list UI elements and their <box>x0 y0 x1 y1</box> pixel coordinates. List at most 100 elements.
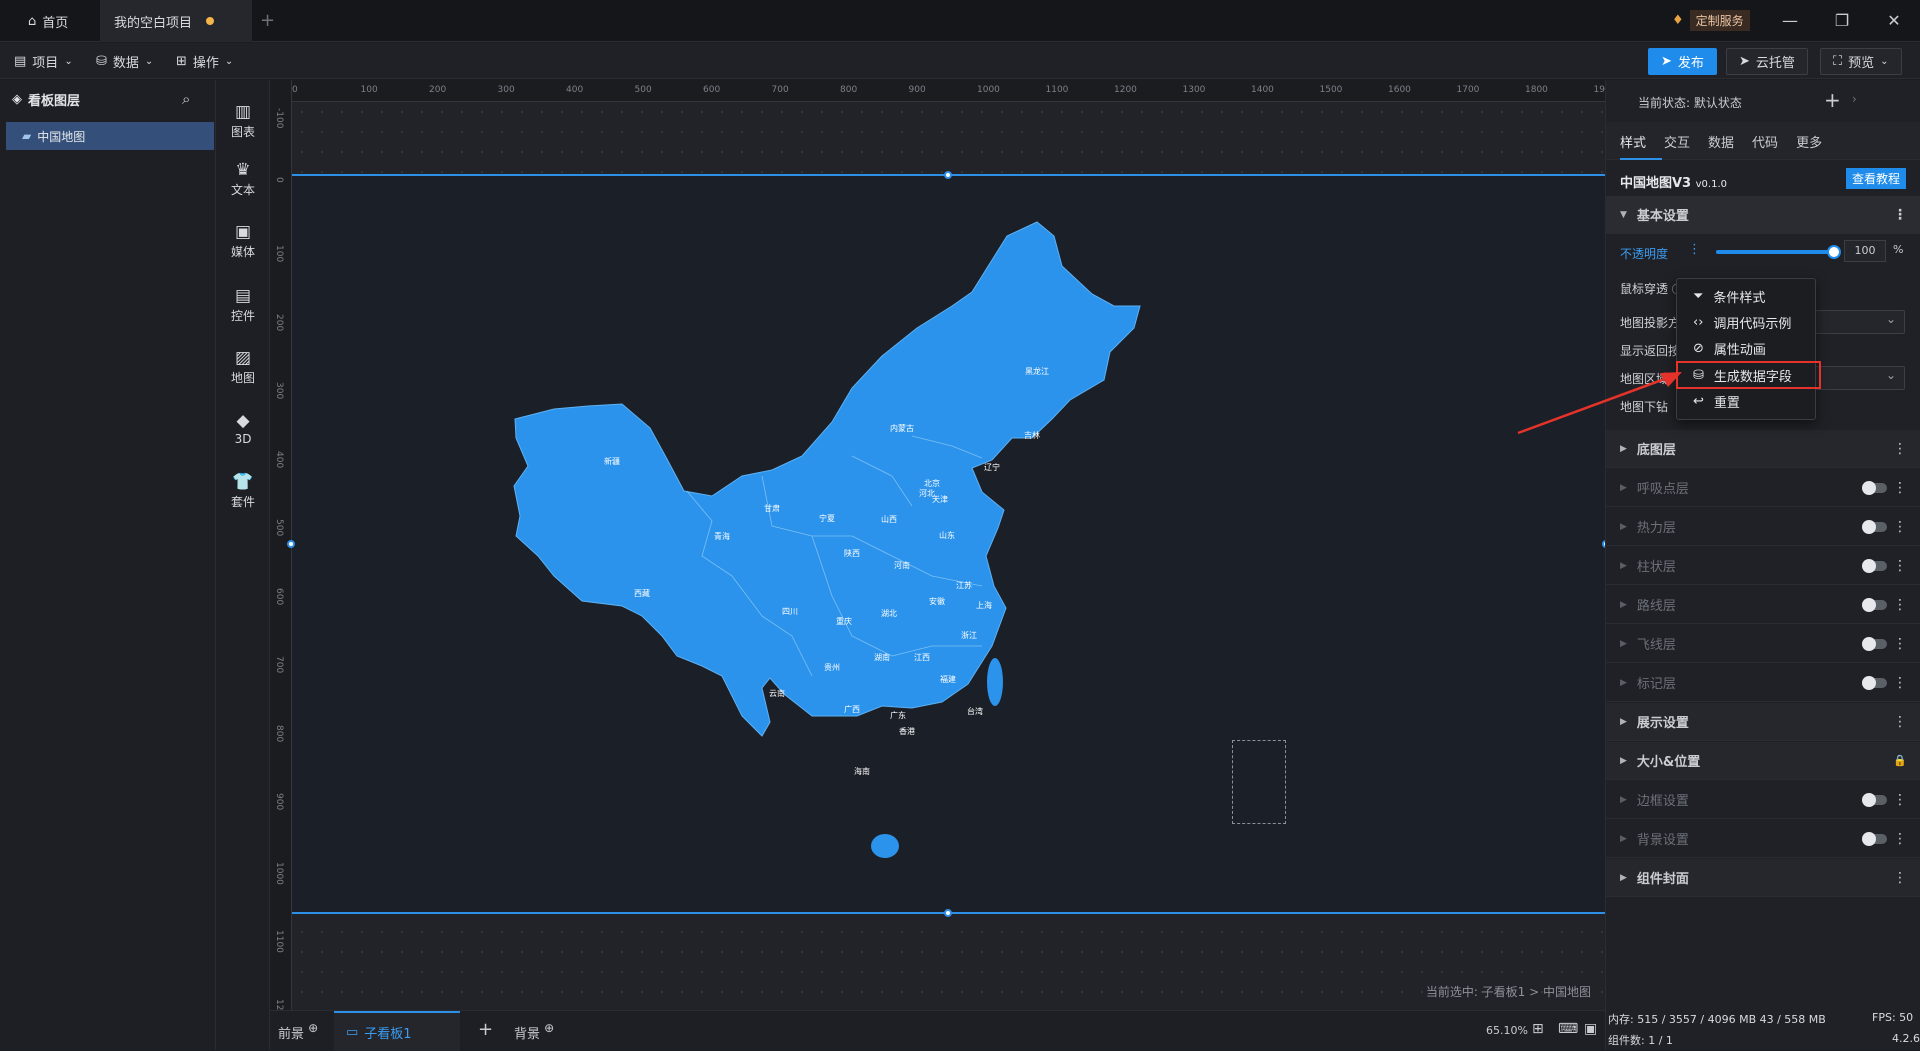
tab-foreground[interactable]: 前景 ⊕ <box>278 1021 318 1042</box>
more-icon[interactable]: ⋮ <box>1893 870 1907 886</box>
section-2[interactable]: ▶ 热力层 ⋮ <box>1606 508 1920 546</box>
lock-icon[interactable]: 🔒 <box>1893 754 1907 767</box>
section-basic-settings[interactable]: ▼ 基本设置 ⋮ <box>1606 196 1920 234</box>
restore-icon[interactable]: ❐ <box>1822 8 1862 34</box>
cloud-host-button[interactable]: ➤ 云托管 <box>1726 48 1808 75</box>
property-tabs: 样式 交互 数据 代码 更多 <box>1606 122 1920 160</box>
opacity-slider-thumb[interactable] <box>1827 245 1841 259</box>
close-icon[interactable]: ✕ <box>1874 8 1914 34</box>
more-icon[interactable]: ⋮ <box>1893 831 1907 847</box>
more-icon[interactable]: ⋮ <box>1893 519 1907 535</box>
section-toggle[interactable] <box>1862 792 1887 807</box>
menu-item-code-example[interactable]: ‹› 调用代码示例 <box>1677 309 1815 335</box>
toolbar-3d[interactable]: ◆ 3D <box>216 402 270 456</box>
more-icon[interactable]: ⋮ <box>1893 714 1907 730</box>
map-layer-icon: ▰ <box>22 129 32 143</box>
layer-item-china-map[interactable]: ▰ 中国地图 <box>6 122 214 150</box>
section-toggle[interactable] <box>1862 558 1887 573</box>
tab-background[interactable]: 背景 ⊕ <box>514 1021 554 1042</box>
section-toggle[interactable] <box>1862 480 1887 495</box>
more-icon[interactable]: ⋮ <box>1893 675 1907 691</box>
more-icon[interactable]: ⋮ <box>1893 597 1907 613</box>
fit-screen-icon[interactable]: ⊞ <box>1532 1021 1544 1037</box>
section-3[interactable]: ▶ 柱状层 ⋮ <box>1606 547 1920 585</box>
minimize-icon[interactable]: — <box>1770 8 1810 34</box>
toolbar-chart[interactable]: ▥ 图表 <box>216 94 270 148</box>
opacity-slider[interactable] <box>1716 245 1841 259</box>
zoom-level[interactable]: 65.10% <box>1486 1024 1528 1037</box>
tab-3[interactable]: 代码 <box>1752 132 1778 151</box>
section-6[interactable]: ▶ 标记层 ⋮ <box>1606 664 1920 702</box>
diamond-icon: ♦ <box>1672 13 1684 28</box>
more-icon[interactable]: ⋮ <box>1893 792 1907 808</box>
more-vertical-icon[interactable]: ⋮ <box>1688 242 1701 257</box>
section-0[interactable]: ▶ 底图层 ⋮ <box>1606 430 1920 468</box>
section-toggle[interactable] <box>1862 675 1887 690</box>
tab-home[interactable]: ⌂ 首页 <box>14 0 82 42</box>
toolbar-control[interactable]: ▤ 控件 <box>216 278 270 332</box>
more-icon[interactable]: ⋮ <box>1893 207 1907 223</box>
menu-item-conditional-style[interactable]: ⏷ 条件样式 <box>1677 283 1815 309</box>
preview-button[interactable]: ⛶ 预览 ⌄ <box>1820 48 1902 75</box>
tab-2[interactable]: 数据 <box>1708 132 1734 151</box>
add-circle-icon[interactable]: ⊕ <box>544 1021 554 1035</box>
section-basic-settings-label: 基本设置 <box>1636 209 1689 224</box>
mouse-pass-row: 鼠标穿透 ⓘ <box>1620 280 1683 297</box>
more-icon[interactable]: ⋮ <box>1893 441 1907 457</box>
tab-1[interactable]: 交互 <box>1664 132 1690 151</box>
menu-project[interactable]: ▤ 项目 ⌄ <box>14 43 73 79</box>
section-toggle[interactable] <box>1862 636 1887 651</box>
tutorial-button[interactable]: 查看教程 <box>1846 168 1907 189</box>
section-toggle[interactable] <box>1862 519 1887 534</box>
toolbar-media[interactable]: ▣ 媒体 <box>216 214 270 268</box>
tab-4[interactable]: 更多 <box>1796 132 1822 151</box>
dashboard-board[interactable]: 新疆 西藏 青海 甘肃 内蒙古 黑龙江 吉林 辽宁 北京 河北 天津 山西 山东 宁夏 陕西 河南 江苏 安徽 上海… <box>287 171 1610 917</box>
more-icon[interactable]: ⋮ <box>1893 636 1907 652</box>
new-tab-icon[interactable]: + <box>260 10 275 31</box>
province-label: 陕西 <box>844 548 860 558</box>
add-circle-icon[interactable]: ⊕ <box>308 1021 318 1035</box>
app-version: 4.2.6 <box>1892 1032 1920 1045</box>
section-4[interactable]: ▶ 路线层 ⋮ <box>1606 586 1920 624</box>
chevron-right-icon[interactable]: › <box>1852 92 1857 106</box>
toolbar-kit[interactable]: 👕 套件 <box>216 464 270 518</box>
section-5[interactable]: ▶ 飞线层 ⋮ <box>1606 625 1920 663</box>
toolbar-kit-label: 套件 <box>230 494 255 509</box>
toolbar-map[interactable]: ▨ 地图 <box>216 340 270 394</box>
canvas[interactable]: 新疆 西藏 青海 甘肃 内蒙古 黑龙江 吉林 辽宁 北京 河北 天津 山西 山东 宁夏 陕西 河南 江苏 安徽 上海… <box>287 102 1610 1010</box>
opacity-input[interactable]: 100 <box>1844 240 1886 262</box>
section-toggle[interactable] <box>1862 831 1887 846</box>
more-icon[interactable]: ⋮ <box>1893 480 1907 496</box>
search-icon[interactable]: ⌕ <box>182 90 190 108</box>
menu-item-property-animation[interactable]: ⊘ 属性动画 <box>1677 335 1815 361</box>
section-9[interactable]: ▶ 边框设置 ⋮ <box>1606 781 1920 819</box>
menu-item-reset[interactable]: ↩ 重置 <box>1677 388 1815 414</box>
add-board-icon[interactable]: + <box>478 1019 493 1040</box>
more-icon[interactable]: ⋮ <box>1893 558 1907 574</box>
section-11[interactable]: ▶ 组件封面 ⋮ <box>1606 859 1920 897</box>
send-icon: ➤ <box>1661 54 1672 69</box>
toolbar-text[interactable]: ♛ 文本 <box>216 152 270 206</box>
tab-0[interactable]: 样式 <box>1620 132 1646 151</box>
section-8[interactable]: ▶ 大小&位置 🔒 <box>1606 742 1920 780</box>
province-label: 西藏 <box>634 588 650 598</box>
section-10[interactable]: ▶ 背景设置 ⋮ <box>1606 820 1920 858</box>
menu-item-generate-data-field[interactable]: ⛁ 生成数据字段 <box>1676 361 1821 389</box>
section-7[interactable]: ▶ 展示设置 ⋮ <box>1606 703 1920 741</box>
china-map[interactable]: 新疆西藏青海甘肃内蒙古黑龙江吉林辽宁北京河北天津山西山东宁夏陕西河南江苏安徽 上海… <box>292 176 1605 916</box>
menu-data[interactable]: ⛁ 数据 ⌄ <box>96 43 153 79</box>
file-icon: ▤ <box>14 53 27 69</box>
section-toggle[interactable] <box>1862 597 1887 612</box>
keyboard-icon[interactable]: ⌨ <box>1558 1021 1578 1037</box>
tab-project[interactable]: 我的空白项目 <box>100 0 252 42</box>
add-state-icon[interactable]: + <box>1824 88 1841 112</box>
menu-operate[interactable]: ⊞ 操作 ⌄ <box>176 43 233 79</box>
custom-service-button[interactable]: ♦ 定制服务 <box>1672 10 1750 31</box>
section-1[interactable]: ▶ 呼吸点层 ⋮ <box>1606 469 1920 507</box>
state-indicator[interactable]: 当前状态: 默认状态 <box>1638 94 1742 111</box>
terminal-icon[interactable]: ▣ <box>1584 1021 1597 1037</box>
ruler-tick-label: 1500 <box>1319 85 1343 95</box>
tab-board-1[interactable]: ▭ 子看板1 <box>334 1011 460 1051</box>
publish-button[interactable]: ➤ 发布 <box>1648 48 1717 75</box>
component-count: 组件数: 1 / 1 <box>1608 1034 1673 1047</box>
